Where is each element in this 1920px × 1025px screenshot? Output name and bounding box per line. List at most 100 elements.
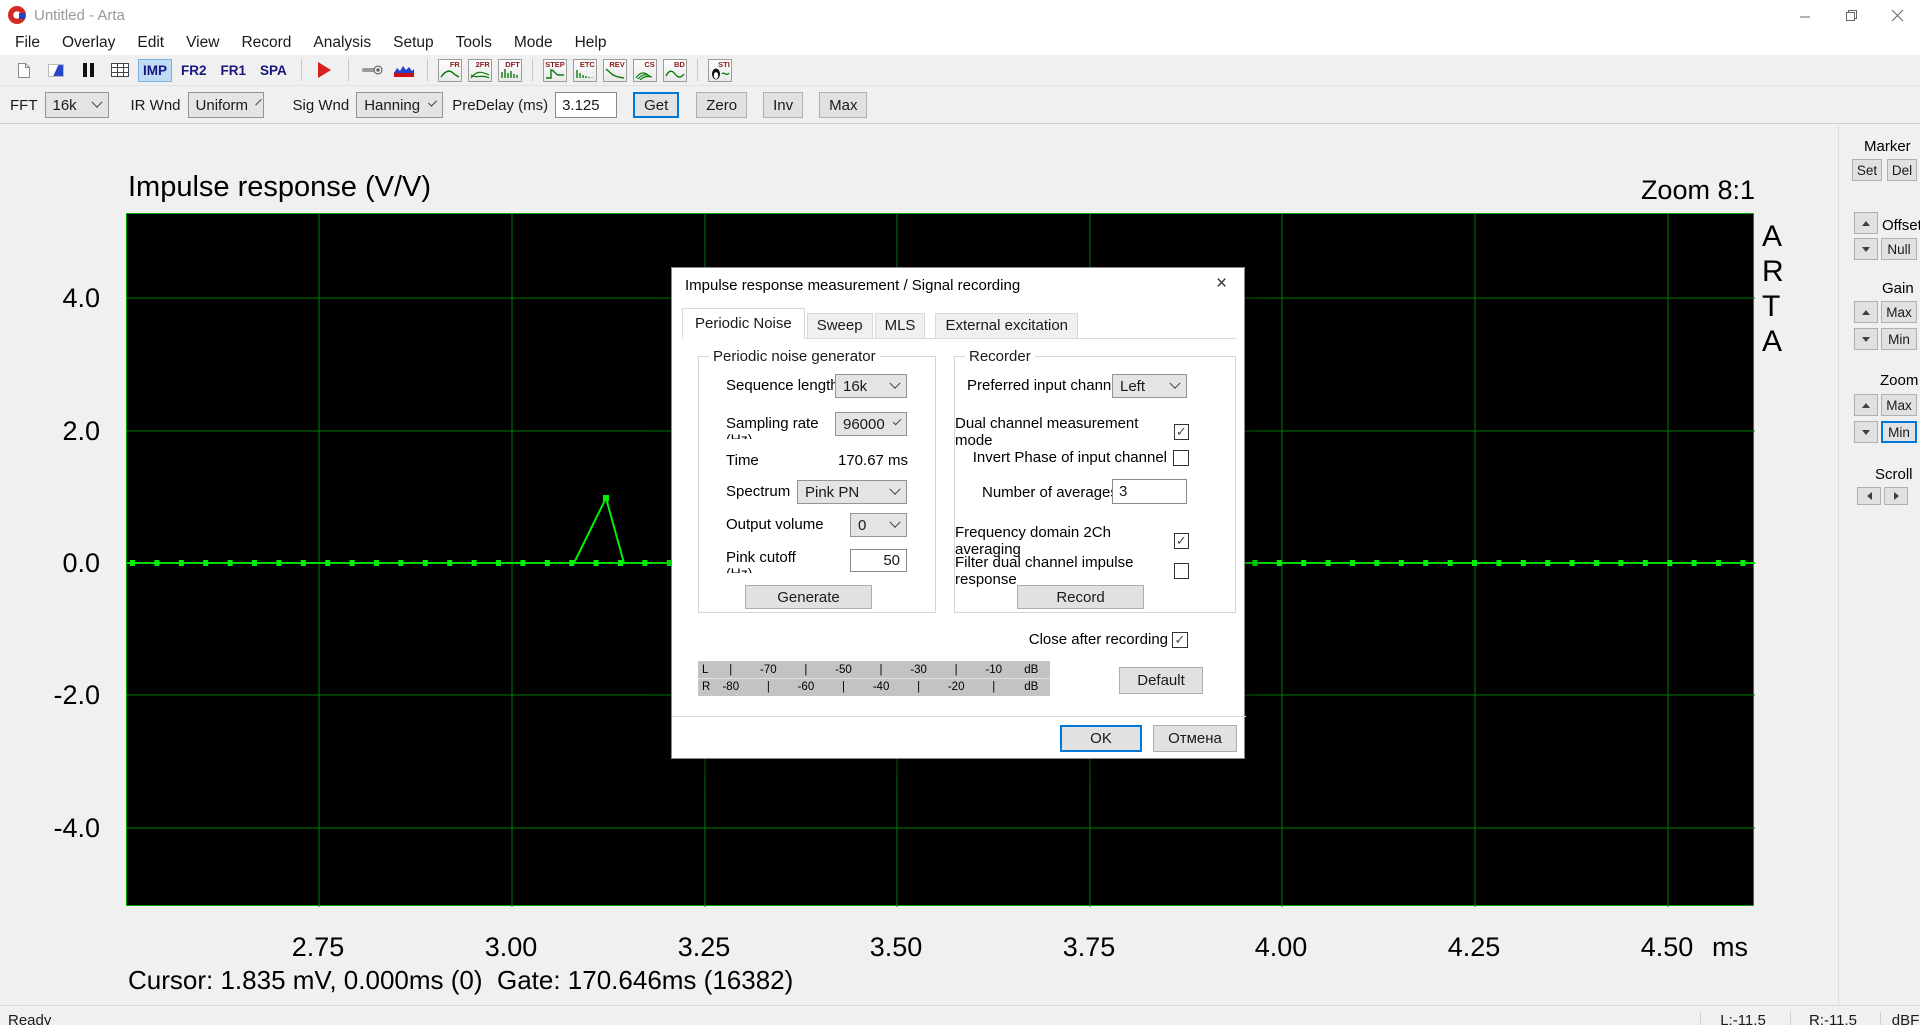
zoom-up-button[interactable] <box>1854 394 1878 416</box>
output-volume-select[interactable]: 0 <box>850 513 907 537</box>
dual-channel-checkbox[interactable] <box>1174 424 1189 440</box>
menu-edit[interactable]: Edit <box>126 34 175 52</box>
marker-del-button[interactable]: Del <box>1887 159 1917 181</box>
zoom-down-button[interactable] <box>1854 421 1878 443</box>
tab-periodic-noise[interactable]: Periodic Noise <box>682 308 805 339</box>
arta-watermark: AR TA <box>1762 219 1784 359</box>
gain-section-label: Gain <box>1882 280 1914 297</box>
pink-cutoff-label: Pink cutoff <box>726 549 796 566</box>
rev-chart-button[interactable]: REV <box>603 59 627 82</box>
menu-setup[interactable]: Setup <box>382 34 445 52</box>
x-axis-unit: ms <box>1712 932 1748 963</box>
spectrum-select[interactable]: Pink PN <box>797 480 907 504</box>
tab-external-excitation[interactable]: External excitation <box>935 313 1078 338</box>
x-tick-label: 3.75 <box>1029 932 1149 963</box>
time-label: Time <box>726 452 759 469</box>
cs-chart-button[interactable]: CS <box>633 59 657 82</box>
marker-set-button[interactable]: Set <box>1852 159 1882 181</box>
y-tick-label: -2.0 <box>0 680 112 711</box>
menu-tools[interactable]: Tools <box>445 34 503 52</box>
pause-icon[interactable] <box>75 58 101 82</box>
averages-label: Number of averages <box>982 484 1118 501</box>
signal-waveform-icon[interactable] <box>391 58 417 82</box>
predelay-input[interactable]: 3.125 <box>555 92 617 118</box>
dialog-tabs: Periodic Noise Sweep MLS External excita… <box>682 308 1236 339</box>
menu-mode[interactable]: Mode <box>503 34 564 52</box>
menu-bar: File Overlay Edit View Record Analysis S… <box>0 30 1920 55</box>
invert-phase-checkbox[interactable] <box>1173 450 1189 466</box>
chevron-down-icon <box>893 417 902 426</box>
averages-input[interactable]: 3 <box>1112 479 1187 504</box>
max-button[interactable]: Max <box>819 92 867 118</box>
data-table-icon[interactable] <box>107 58 133 82</box>
pink-cutoff-input[interactable]: 50 <box>850 549 907 572</box>
x-tick-label: 2.75 <box>258 932 378 963</box>
inv-button[interactable]: Inv <box>763 92 803 118</box>
record-button[interactable]: Record <box>1017 585 1144 609</box>
zoom-min-button[interactable]: Min <box>1881 421 1917 443</box>
microphone-icon[interactable] <box>359 58 385 82</box>
bd-chart-button[interactable]: BD <box>663 59 687 82</box>
zoom-section-label: Zoom <box>1880 372 1918 389</box>
tab-sweep[interactable]: Sweep <box>807 313 873 338</box>
offset-down-button[interactable] <box>1854 238 1878 260</box>
chevron-down-icon <box>91 97 102 108</box>
sig-wnd-label: Sig Wnd <box>293 97 350 114</box>
menu-view[interactable]: View <box>175 34 230 52</box>
dialog-close-icon[interactable]: × <box>1199 268 1244 300</box>
zero-button[interactable]: Zero <box>696 92 747 118</box>
marker-flag-icon[interactable] <box>43 58 69 82</box>
fr-chart-button[interactable]: FR <box>438 59 462 82</box>
x-tick-label: 4.50 <box>1607 932 1727 963</box>
step-chart-button[interactable]: STEP <box>543 59 567 82</box>
sti-chart-button[interactable]: STI <box>708 59 732 82</box>
fft-select[interactable]: 16k <box>45 92 109 118</box>
menu-help[interactable]: Help <box>564 34 618 52</box>
sig-wnd-select[interactable]: Hanning <box>356 92 443 118</box>
scroll-right-button[interactable] <box>1884 487 1908 505</box>
x-tick-label: 3.00 <box>451 932 571 963</box>
gain-down-button[interactable] <box>1854 328 1878 350</box>
gain-max-button[interactable]: Max <box>1881 301 1917 323</box>
zoom-max-button[interactable]: Max <box>1881 394 1917 416</box>
ok-button[interactable]: OK <box>1060 725 1142 752</box>
recorder-group-label: Recorder <box>965 348 1035 365</box>
default-button[interactable]: Default <box>1119 667 1203 694</box>
gain-up-button[interactable] <box>1854 301 1878 323</box>
mode-spa-button[interactable]: SPA <box>255 59 292 82</box>
menu-overlay[interactable]: Overlay <box>51 34 126 52</box>
x-tick-label: 4.00 <box>1221 932 1341 963</box>
x-tick-label: 4.25 <box>1414 932 1534 963</box>
fr2-chart-button[interactable]: 2FR <box>468 59 492 82</box>
offset-null-button[interactable]: Null <box>1881 238 1917 260</box>
etc-chart-button[interactable]: ETC <box>573 59 597 82</box>
filter-dual-checkbox[interactable] <box>1174 563 1189 579</box>
sequence-length-select[interactable]: 16k <box>835 374 907 398</box>
new-document-icon[interactable] <box>11 58 37 82</box>
sampling-rate-select[interactable]: 96000 <box>835 412 907 436</box>
close-button[interactable] <box>1874 0 1920 30</box>
menu-file[interactable]: File <box>4 34 51 52</box>
minimize-button[interactable] <box>1782 0 1828 30</box>
menu-record[interactable]: Record <box>230 34 302 52</box>
generate-button[interactable]: Generate <box>745 585 872 609</box>
mode-imp-button[interactable]: IMP <box>138 59 172 82</box>
mode-fr1-button[interactable]: FR1 <box>216 59 252 82</box>
tab-mls[interactable]: MLS <box>875 313 926 338</box>
close-after-recording-checkbox[interactable] <box>1172 632 1188 648</box>
cancel-button[interactable]: Отмена <box>1153 725 1237 752</box>
gain-min-button[interactable]: Min <box>1881 328 1917 350</box>
mode-fr2-button[interactable]: FR2 <box>176 59 212 82</box>
scroll-left-button[interactable] <box>1857 487 1881 505</box>
get-button[interactable]: Get <box>633 92 679 118</box>
dft-chart-button[interactable]: DFT <box>498 59 522 82</box>
offset-up-button[interactable] <box>1854 212 1878 234</box>
record-play-icon[interactable] <box>312 58 338 82</box>
ir-wnd-select[interactable]: Uniform <box>188 92 264 118</box>
restore-button[interactable] <box>1828 0 1874 30</box>
scroll-section-label: Scroll <box>1875 466 1913 483</box>
menu-analysis[interactable]: Analysis <box>302 34 382 52</box>
pink-cutoff-sub-label: (Hz) <box>726 566 752 573</box>
preferred-input-select[interactable]: Left <box>1112 374 1187 398</box>
freq-domain-checkbox[interactable] <box>1174 533 1189 549</box>
